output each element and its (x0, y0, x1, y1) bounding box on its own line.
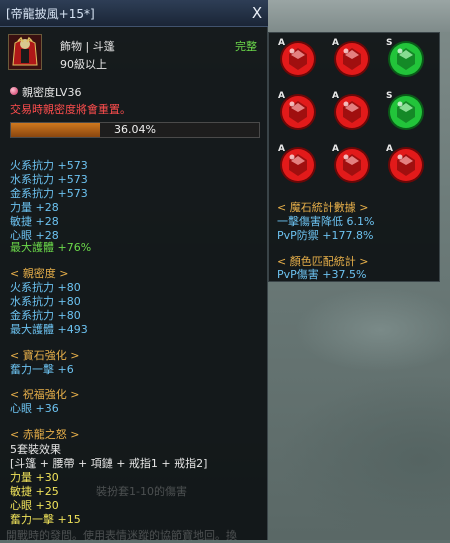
red-gem-icon[interactable]: A (278, 91, 318, 132)
gem-grade-tag: A (332, 144, 339, 154)
red-gem-icon[interactable]: A (332, 38, 372, 79)
gem-grade-tag: A (278, 144, 285, 154)
red-gem-icon[interactable]: A (386, 144, 426, 185)
tooltip-title-bar: [帝龍披風+15*] X (0, 0, 268, 27)
intimacy-stat-line: 最大護體 +493 (10, 323, 88, 336)
item-status: 完整 (235, 40, 257, 53)
magic-stat-2: PvP防禦 +177.8% (277, 229, 374, 242)
level-requirement: 90級以上 (60, 58, 107, 71)
gem-grade-tag: A (278, 91, 285, 101)
intimacy-progress-bar: 36.04% (10, 122, 260, 138)
green-gem-icon[interactable]: S (386, 91, 426, 132)
red-gem-icon[interactable]: A (278, 144, 318, 185)
magic-stone-panel: AASAASAAA < 魔石統計數據 > 一擊傷害降低 6.1% PvP防禦 +… (268, 32, 440, 282)
progress-label: 36.04% (114, 123, 156, 136)
heart-icon (10, 87, 18, 95)
cloak-item-icon (8, 34, 42, 70)
color-match-stat: PvP傷害 +37.5% (277, 268, 367, 281)
close-button[interactable]: X (248, 3, 266, 23)
red-gem-icon[interactable]: A (332, 91, 372, 132)
green-gem-icon[interactable]: S (386, 38, 426, 79)
item-type: 飾物 | 斗篷 (60, 40, 115, 53)
intimacy-level: 親密度LV36 (22, 86, 82, 99)
set-header: < 赤龍之怒 > (10, 428, 80, 441)
red-gem-icon[interactable]: A (332, 144, 372, 185)
item-title: [帝龍披風+15*] (6, 7, 95, 21)
gem-grade-tag: A (332, 91, 339, 101)
faded-text-2: 開戰時的發問。使用表情迷蹤的協節寶地回。換 (6, 529, 237, 542)
base-stat-line: 心眼 +28 (10, 229, 59, 242)
red-gem-icon[interactable]: A (278, 38, 318, 79)
gem-grade-tag: A (278, 38, 285, 48)
set-stat-line: 奮力一擊 +15 (10, 513, 81, 526)
gem-grade-tag: A (332, 38, 339, 48)
item-tooltip: [帝龍披風+15*] X 飾物 | 斗篷 完整 90級以上 親密度LV36 交易… (0, 0, 268, 542)
gem-grade-tag: S (386, 38, 393, 48)
bless-enhance-stat: 心眼 +36 (10, 402, 59, 415)
trade-warning: 交易時親密度將會重置。 (10, 103, 131, 116)
gem-grade-tag: A (386, 144, 393, 154)
game-scene-strip (268, 0, 450, 32)
gem-grade-tag: S (386, 91, 393, 101)
gem-enhance-stat: 奮力一擊 +6 (10, 363, 74, 376)
faded-text-1: 裝扮套1-10的傷害 (96, 485, 187, 498)
